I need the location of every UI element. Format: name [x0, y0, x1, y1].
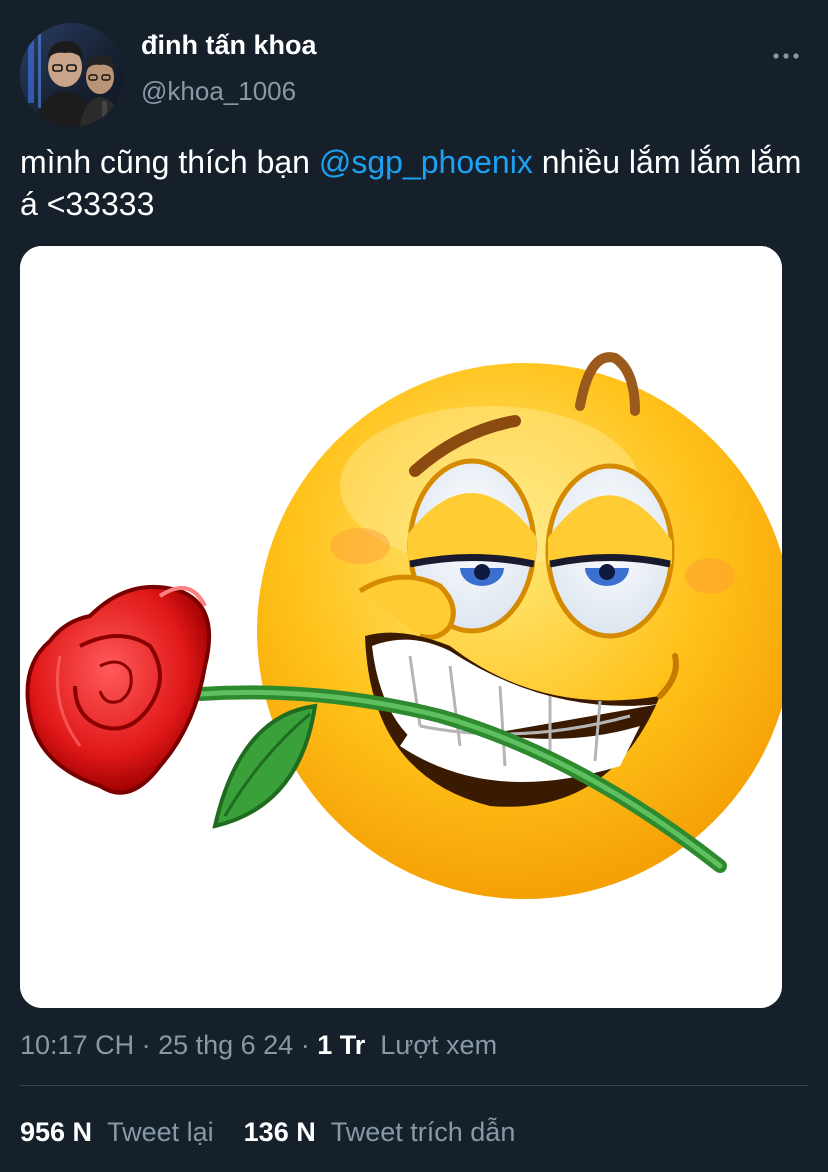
tweet-meta: 10:17 CH · 25 thg 6 24 · 1 Tr Lượt xem [20, 1030, 497, 1061]
avatar[interactable] [20, 23, 124, 127]
tweet-date[interactable]: 25 thg 6 24 [158, 1030, 293, 1060]
quotes-label: Tweet trích dẫn [330, 1117, 516, 1147]
author-display-name[interactable]: đinh tấn khoa [141, 30, 317, 61]
views-label: Lượt xem [380, 1030, 498, 1060]
quotes-stat[interactable]: 136 N Tweet trích dẫn [244, 1117, 516, 1147]
smiley-with-rose-image [20, 246, 782, 1008]
retweets-count: 956 N [20, 1117, 93, 1147]
more-horizontal-icon [773, 53, 799, 59]
tweet-text-before: mình cũng thích bạn [20, 144, 319, 180]
meta-gap [365, 1030, 380, 1060]
tweet-stats: 956 N Tweet lại 136 N Tweet trích dẫn [20, 1117, 515, 1148]
profile-photo-icon [20, 23, 124, 127]
tweet-time[interactable]: 10:17 CH [20, 1030, 134, 1060]
tweet-media-image[interactable] [20, 246, 782, 1008]
author-handle[interactable]: @khoa_1006 [141, 76, 296, 107]
views-count: 1 Tr [317, 1030, 366, 1060]
retweets-stat[interactable]: 956 N Tweet lại [20, 1117, 214, 1147]
divider [20, 1085, 808, 1086]
quotes-count: 136 N [243, 1117, 316, 1147]
mention-link[interactable]: @sgp_phoenix [319, 144, 533, 180]
tweet-text: mình cũng thích bạn @sgp_phoenix nhiều l… [20, 141, 820, 225]
meta-separator: · [293, 1030, 318, 1060]
meta-separator: · [134, 1030, 159, 1060]
more-options-button[interactable] [768, 42, 804, 70]
retweets-label: Tweet lại [107, 1117, 214, 1147]
